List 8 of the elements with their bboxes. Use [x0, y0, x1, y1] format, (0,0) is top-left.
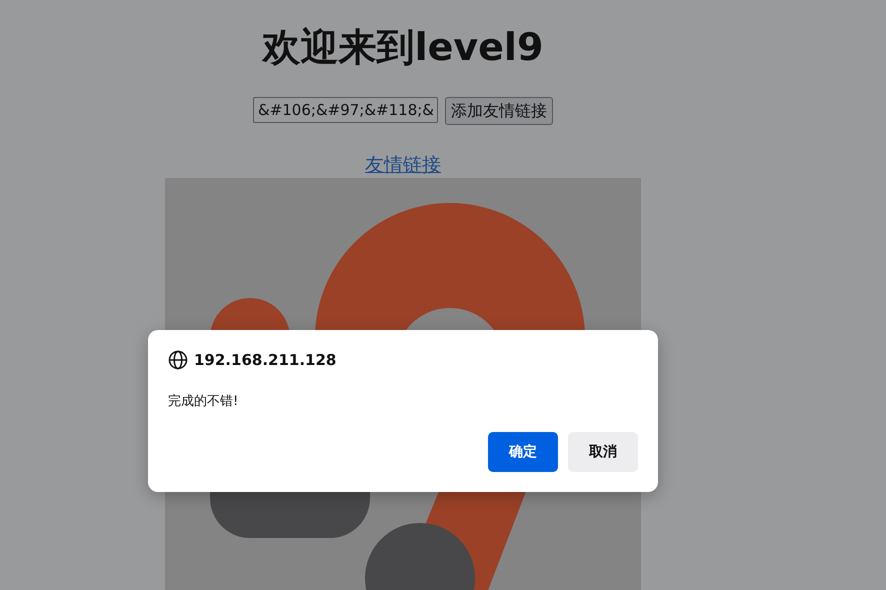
dialog-origin: 192.168.211.128 — [194, 351, 336, 369]
dialog-message: 完成的不错! — [168, 393, 240, 410]
page-heading: 欢迎来到level9 — [262, 24, 544, 71]
friend-link[interactable]: 友情链接 — [365, 152, 441, 178]
dialog-button[interactable]: 确定 — [488, 432, 558, 472]
dialog-button[interactable]: 取消 — [568, 432, 638, 472]
add-link-button[interactable]: 添加友情链接 — [445, 97, 553, 125]
globe-icon — [168, 350, 188, 370]
